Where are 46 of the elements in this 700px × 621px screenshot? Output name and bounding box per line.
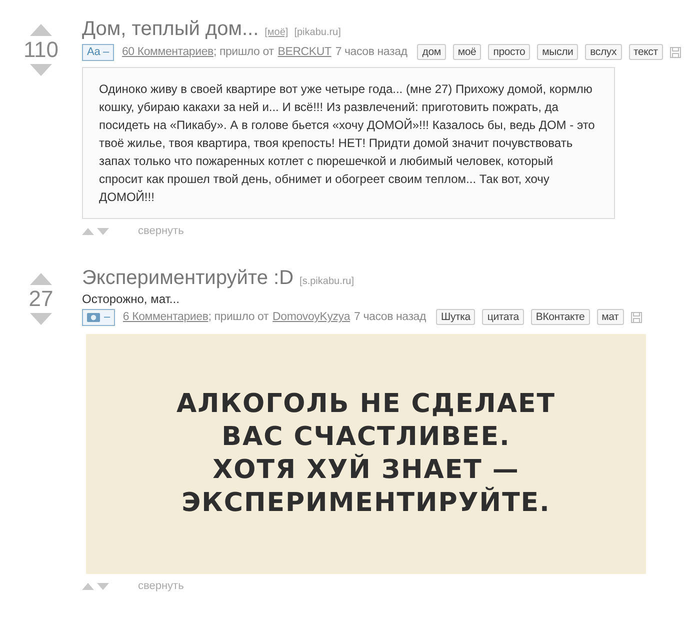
source-link[interactable]: [pikabu.ru]: [294, 25, 341, 40]
collapse-link[interactable]: свернуть: [138, 222, 184, 240]
source-link[interactable]: [s.pikabu.ru]: [300, 274, 354, 289]
post-rating: 27: [28, 285, 54, 313]
post-body: Одиноко живу в своей квартире вот уже четыре года... (мне 27) Прихожу домой, кормлю кошку, убираю какахи за ней и... И всё!!! Из развлечений: приготовить пожрать, да посидеть на «Пикабу». А в голове бьется «хочу ДОМОЙ»!!! Казалось бы, ведь ДОМ - это твоё жилье, твоя квартира, твоя крепость! НЕТ! Придти домой значит почувствовать запах только что пожаренных котлет с пюрешечкой и любимый человек, который спросит как прошел твой день, обнимет и обогреет своим теплом... Так вот, хочу ДОМОЙ!!!: [82, 67, 615, 219]
image-caption: ХОТЯ ХУЙ ЗНАЕТ —: [212, 454, 520, 486]
post-subtitle: Осторожно, мат...: [82, 291, 180, 307]
post-type-badge[interactable]: –: [82, 308, 115, 326]
post-rating: 110: [23, 36, 59, 64]
image-caption: АЛКОГОЛЬ НЕ СДЕЛАЕТ: [176, 388, 556, 421]
tag[interactable]: вслух: [585, 44, 622, 60]
author-link[interactable]: BERCKUT: [278, 43, 332, 61]
tag[interactable]: просто: [488, 44, 530, 60]
post-time: 7 часов назад: [335, 45, 408, 60]
image-caption: ЭКСПЕРИМЕНТИРУЙТЕ.: [182, 487, 550, 520]
post-time: 7 часов назад: [354, 310, 426, 325]
tag[interactable]: ВКонтакте: [530, 309, 590, 325]
tag[interactable]: цитата: [482, 309, 524, 325]
post-title[interactable]: Экспериментируйте :D: [82, 265, 294, 291]
comment-downvote-icon[interactable]: [97, 582, 109, 590]
save-icon[interactable]: [670, 46, 681, 58]
image-caption: ВАС СЧАСТЛИВЕЕ.: [222, 421, 510, 454]
tag[interactable]: текст: [628, 44, 663, 60]
upvote-icon[interactable]: [30, 273, 52, 285]
camera-icon: [87, 312, 100, 322]
author-link[interactable]: DomovoyKyzya: [272, 308, 350, 326]
comments-link[interactable]: 60 Комментариев: [122, 43, 214, 61]
meta-text: ; пришло от: [213, 45, 274, 60]
comment-upvote-icon[interactable]: [82, 582, 94, 590]
meta-text: ; пришло от: [208, 310, 269, 325]
collapse-link[interactable]: свернуть: [138, 578, 184, 594]
tag[interactable]: моё: [452, 44, 482, 60]
comment-upvote-icon[interactable]: [82, 228, 94, 234]
downvote-icon[interactable]: [30, 64, 52, 76]
source-link[interactable]: [моё]: [264, 25, 288, 40]
tag[interactable]: дом: [417, 44, 446, 60]
save-icon[interactable]: [630, 312, 642, 322]
tag[interactable]: мысли: [537, 44, 578, 60]
tag[interactable]: Шутка: [436, 309, 476, 325]
upvote-icon[interactable]: [30, 24, 52, 36]
downvote-icon[interactable]: [30, 313, 52, 325]
comment-downvote-icon[interactable]: [97, 228, 109, 234]
tag[interactable]: мат: [596, 309, 624, 325]
post-title[interactable]: Дом, теплый дом...: [82, 16, 259, 42]
post-type-badge[interactable]: Аа –: [82, 44, 114, 60]
comments-link[interactable]: 6 Комментариев: [122, 308, 208, 326]
